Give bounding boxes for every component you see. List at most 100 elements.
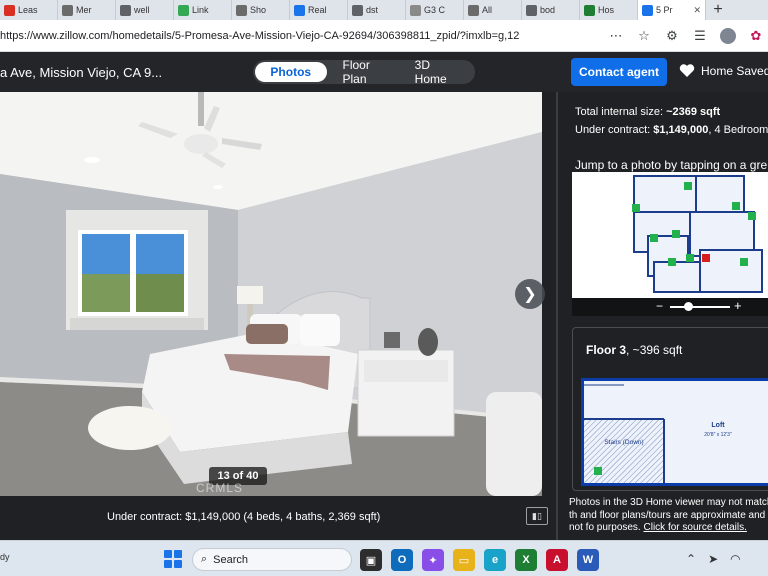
taskbar-left-text: dy: [0, 552, 10, 562]
new-tab-button[interactable]: +: [706, 0, 730, 20]
tab-3d-home[interactable]: 3D Home: [405, 58, 473, 86]
stairs-label: Stairs (Down): [604, 439, 643, 446]
browser-tab[interactable]: well: [116, 0, 174, 20]
acrobat-icon[interactable]: A: [546, 549, 568, 571]
zillow-icon: [642, 4, 653, 16]
excel-icon[interactable]: X: [515, 549, 537, 571]
file-explorer-icon[interactable]: ▭: [453, 549, 475, 571]
disclaimer-note: Photos in the 3D Home viewer may not mat…: [569, 497, 768, 535]
browser-tab-label: G3 C: [424, 5, 446, 15]
listing-address-title: a Ave, Mission Viejo, CA 9...: [0, 65, 163, 80]
document-icon: [62, 4, 73, 16]
mls-watermark: CRMLS: [196, 481, 244, 495]
task-view-icon[interactable]: ▣: [360, 549, 382, 571]
link-icon: [178, 4, 189, 16]
media-tabs: Photos Floor Plan 3D Home: [253, 58, 475, 86]
browser-tab-label: bod: [540, 5, 556, 15]
floor-3-size: , ~396 sqft: [626, 343, 683, 357]
floor-plan-panel: Total internal size: ~2369 sqft Under co…: [558, 92, 768, 540]
favorites-icon[interactable]: ☰: [692, 28, 708, 44]
taskbar-search[interactable]: ⌕ Search: [192, 548, 352, 571]
home-saved-button[interactable]: Home Saved: [679, 63, 768, 78]
listing-photo[interactable]: [0, 92, 542, 496]
next-photo-button[interactable]: ❯: [515, 279, 545, 309]
copilot-icon[interactable]: ✦: [422, 549, 444, 571]
close-tab-icon[interactable]: ✕: [693, 5, 701, 16]
browser-tab[interactable]: Link: [174, 0, 232, 20]
windows-start-icon[interactable]: [164, 550, 182, 568]
more-icon[interactable]: ⋯: [608, 28, 624, 44]
star-icon[interactable]: ☆: [636, 28, 652, 44]
floor-3-name: Floor 3: [586, 343, 627, 357]
zoom-slider-track[interactable]: [670, 306, 730, 308]
browser-tab[interactable]: Hos: [580, 0, 638, 20]
search-icon: [120, 4, 131, 16]
windows-taskbar: dy ⌕ Search ▣ O ✦ ▭ e X A W ⌃ ➤ ◠: [0, 540, 768, 576]
total-size-label: Total internal size:: [575, 106, 664, 118]
zillow-icon: [294, 4, 305, 16]
contract-label: Under contract:: [575, 124, 651, 136]
search-icon: [352, 4, 363, 16]
browser-tab-label: Mer: [76, 5, 92, 15]
jump-to-photo-text: Jump to a photo by tapping on a gre: [575, 158, 768, 172]
contract-bedrooms: , 4 Bedrooms: [708, 124, 768, 136]
taskbar-search-label: Search: [213, 553, 249, 566]
browser-tab[interactable]: 5 Pr ✕: [638, 0, 706, 20]
browser-tab-label: All: [482, 5, 493, 15]
word-icon[interactable]: W: [577, 549, 599, 571]
contact-agent-button[interactable]: Contact agent: [571, 58, 667, 86]
browser-tab-label: Leas: [18, 5, 38, 15]
browser-tab-label: Real: [308, 5, 327, 15]
a-icon: [468, 4, 479, 16]
g-icon: [410, 4, 421, 16]
zoom-in-icon[interactable]: +: [734, 298, 742, 313]
copilot-icon[interactable]: ✿: [748, 28, 764, 44]
browser-tab-label: Sho: [250, 5, 267, 15]
floor-plan-zoom-bar: − +: [572, 298, 768, 316]
chevron-right-icon: ❯: [523, 286, 537, 303]
floor-plan-drawing: [632, 175, 763, 293]
contract-line: Under contract: $1,149,000, 4 Bedrooms: [575, 124, 768, 136]
browser-tab[interactable]: G3 C: [406, 0, 464, 20]
main-floor-plan[interactable]: [572, 172, 768, 300]
extensions-icon[interactable]: ⚙: [664, 28, 680, 44]
browser-tab-strip: Leas Mer well Link Sho Real dst G3 C All bod Hos 5 …: [0, 0, 768, 20]
browser-tab-label: dst: [366, 5, 379, 15]
heart-icon: [679, 64, 695, 77]
loft-dimensions: 20'8" x 12'3": [704, 432, 732, 438]
search-icon: ⌕: [201, 553, 208, 565]
panel-toggle-icon[interactable]: ▮▯: [526, 507, 548, 525]
document-icon: [236, 4, 247, 16]
tab-photos[interactable]: Photos: [255, 62, 327, 82]
contract-price: $1,149,000: [653, 124, 709, 136]
profile-avatar[interactable]: [720, 27, 736, 44]
zoom-out-icon[interactable]: −: [656, 299, 663, 313]
chevron-up-icon[interactable]: ⌃: [686, 552, 696, 566]
floor-3-plan-drawing: Loft 20'8" x 12'3" Stairs (Down): [584, 381, 768, 483]
total-size-line: Total internal size: ~2369 sqft: [575, 106, 720, 118]
edge-icon[interactable]: e: [484, 549, 506, 571]
browser-tab-label: well: [134, 5, 150, 15]
wifi-icon[interactable]: ◠: [730, 552, 740, 566]
total-size-value: ~2369 sqft: [666, 106, 721, 118]
outlook-icon[interactable]: O: [391, 549, 413, 571]
floor-3-title: Floor 3, ~396 sqft: [586, 343, 682, 357]
browser-tab[interactable]: dst: [348, 0, 406, 20]
browser-tab-label: Link: [192, 5, 209, 15]
pdf-icon: [4, 4, 15, 16]
floor-3-plan[interactable]: Loft 20'8" x 12'3" Stairs (Down): [581, 378, 768, 486]
source-details-link[interactable]: Click for source details.: [644, 522, 747, 533]
browser-tab[interactable]: Real: [290, 0, 348, 20]
browser-tab[interactable]: bod: [522, 0, 580, 20]
send-icon[interactable]: ➤: [708, 552, 718, 566]
url-field[interactable]: https://www.zillow.com/homedetails/5-Pro…: [0, 30, 600, 42]
home-saved-label: Home Saved: [701, 63, 768, 78]
floor-3-card[interactable]: Floor 3, ~396 sqft Loft 20'8" x 12'3" St…: [572, 327, 768, 491]
tab-floor-plan[interactable]: Floor Plan: [333, 58, 405, 86]
browser-tab[interactable]: Mer: [58, 0, 116, 20]
zoom-slider-thumb[interactable]: [684, 302, 693, 311]
excel-icon: [584, 4, 595, 16]
browser-tab[interactable]: All: [464, 0, 522, 20]
browser-tab[interactable]: Leas: [0, 0, 58, 20]
browser-tab[interactable]: Sho: [232, 0, 290, 20]
